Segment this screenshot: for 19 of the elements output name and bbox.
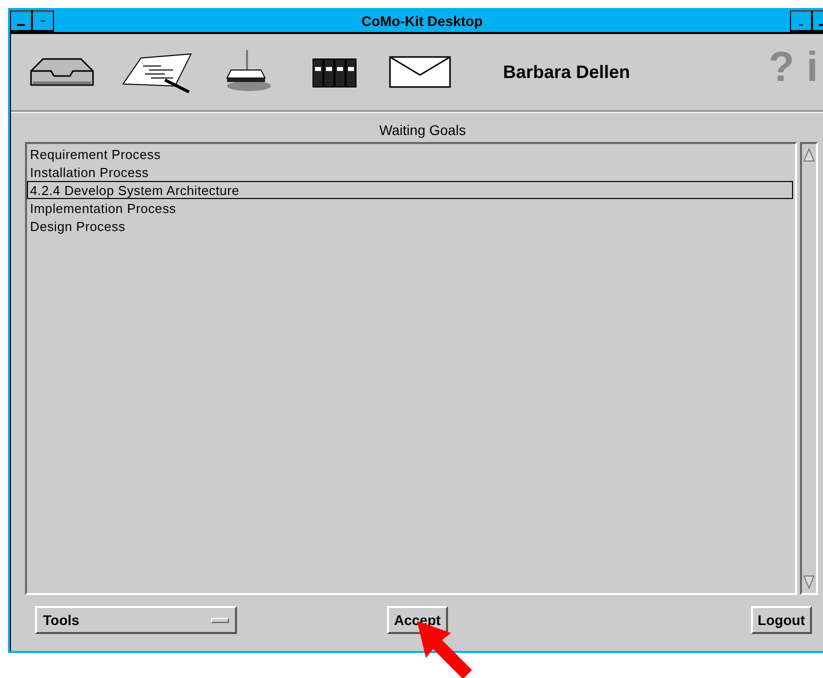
list-item[interactable]: Requirement Process — [27, 145, 793, 163]
minimize-button[interactable] — [32, 10, 54, 32]
window-title: CoMo-Kit Desktop — [360, 13, 484, 29]
scroll-down-icon[interactable] — [802, 574, 816, 590]
logout-button[interactable]: Logout — [750, 606, 812, 634]
list-title: Waiting Goals — [378, 122, 467, 140]
list-item[interactable]: Installation Process — [27, 163, 793, 181]
window-menu-button[interactable] — [10, 10, 32, 32]
list-item[interactable]: Design Process — [27, 217, 793, 235]
list-item[interactable]: 4.2.4 Develop System Architecture — [27, 181, 793, 199]
tools-dropdown[interactable]: Tools — [35, 606, 237, 634]
user-name: Barbara Dellen — [503, 62, 630, 82]
minimize-icon — [41, 20, 45, 22]
restore-button[interactable] — [790, 10, 812, 32]
scrollbar[interactable] — [800, 142, 818, 595]
envelope-icon[interactable] — [389, 55, 451, 89]
scroll-up-icon[interactable] — [802, 147, 816, 163]
dash-icon — [17, 24, 25, 26]
list-item[interactable]: Implementation Process — [27, 199, 793, 217]
